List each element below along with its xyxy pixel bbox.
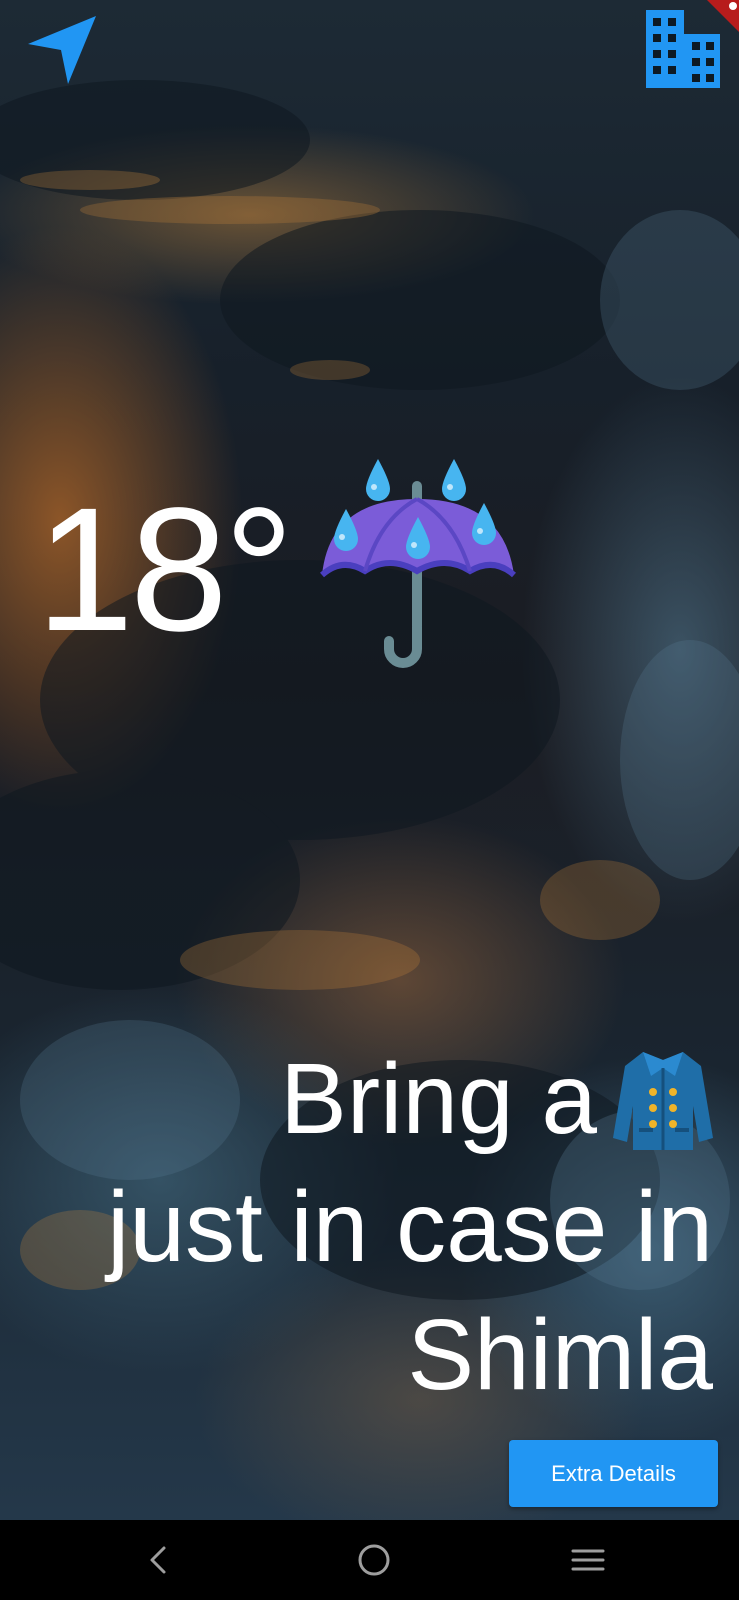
debug-banner-corner [699,0,739,40]
coat-icon [613,1046,713,1151]
umbrella-with-rain-drops-icon [320,459,520,681]
home-circle-icon[interactable] [352,1538,396,1582]
back-chevron-icon[interactable] [136,1538,180,1582]
message-line-1: Bring a [23,1035,713,1163]
message-line-2: just in case in [107,1171,713,1283]
navigation-arrow-icon[interactable] [26,14,98,90]
message-line-1-text: Bring a [280,1043,597,1155]
weather-screen: 18° Bring a just in case in Shimla Extra… [0,0,739,1600]
weather-advice-message: Bring a just in case in Shimla [23,1035,713,1419]
system-navigation-bar [0,1520,739,1600]
temperature-value: 18° [36,472,294,668]
message-line-3-city: Shimla [407,1299,713,1411]
current-weather: 18° [36,455,520,685]
recent-apps-menu-icon[interactable] [566,1538,610,1582]
extra-details-button[interactable]: Extra Details [509,1440,718,1507]
